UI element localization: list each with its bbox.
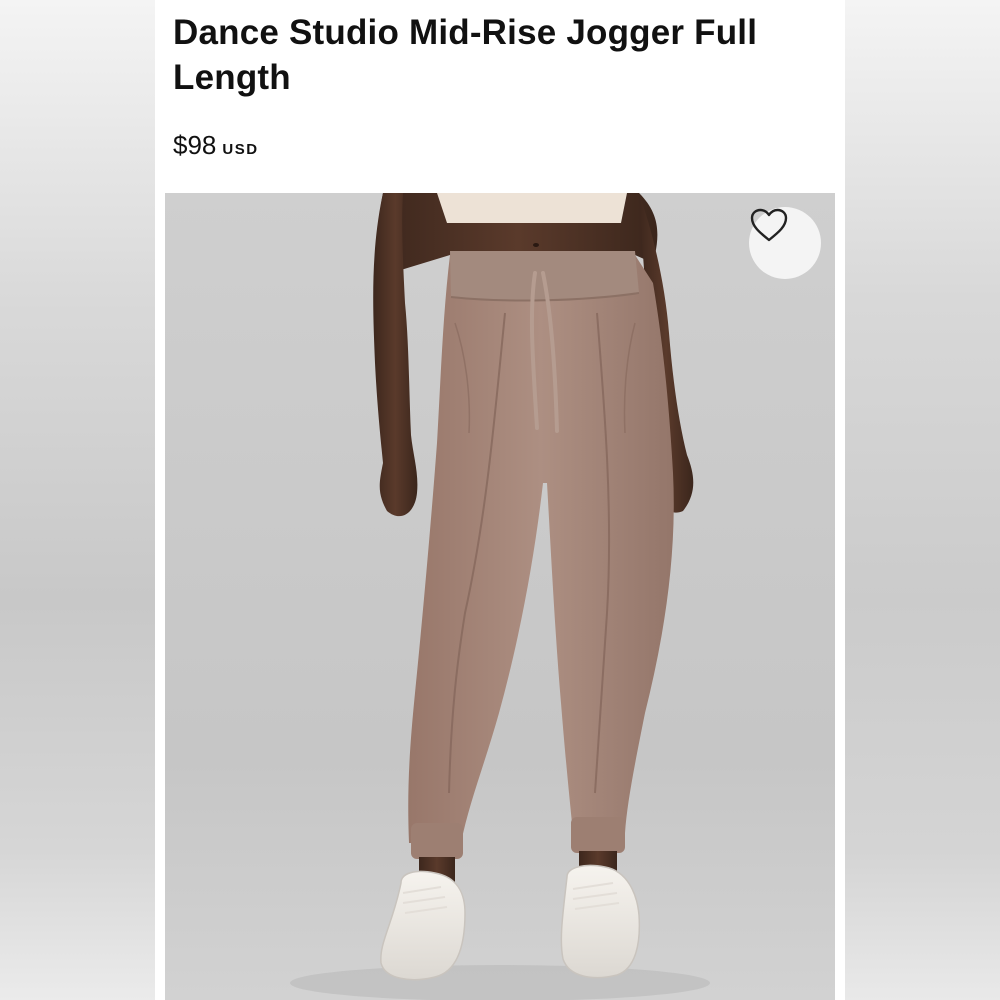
- left-cuff: [411, 823, 463, 859]
- product-photo-illustration: [290, 193, 710, 1000]
- product-title: Dance Studio Mid-Rise Jogger Full Length: [173, 13, 758, 97]
- heart-outline-icon: [750, 208, 788, 242]
- blurred-backdrop-right: [845, 0, 1000, 1000]
- left-shoe: [380, 870, 466, 981]
- price-currency: USD: [222, 141, 259, 158]
- navel: [533, 243, 539, 247]
- right-shoe: [560, 864, 641, 979]
- crop-top: [437, 193, 627, 223]
- product-image[interactable]: [165, 193, 835, 1000]
- right-cuff: [571, 817, 625, 853]
- price-amount: $98: [173, 130, 217, 160]
- product-card: Dance Studio Mid-Rise Jogger Full Length…: [155, 0, 845, 1000]
- jogger-pants: [408, 255, 674, 843]
- floor-shadow: [290, 965, 710, 1000]
- favorite-button[interactable]: [749, 207, 821, 279]
- blurred-backdrop-left: [0, 0, 155, 1000]
- product-price: $98 USD: [173, 130, 259, 161]
- screenshot-frame: Dance Studio Mid-Rise Jogger Full Length…: [0, 0, 1000, 1000]
